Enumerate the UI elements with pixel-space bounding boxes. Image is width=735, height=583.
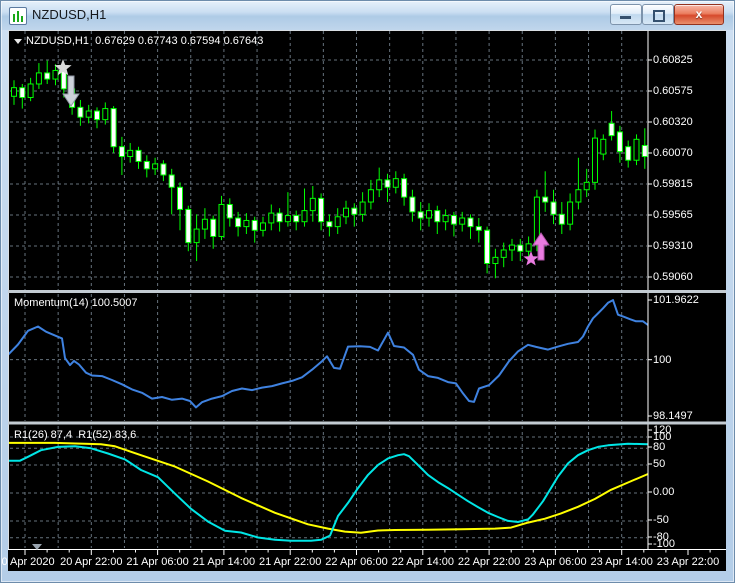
candle-body xyxy=(152,163,159,170)
chart-area[interactable]: NZDUSD,H1 0.67629 0.67743 0.67594 0.6764… xyxy=(0,30,726,571)
candle-body xyxy=(226,203,233,219)
candle-body xyxy=(110,108,117,148)
candle-body xyxy=(160,163,167,176)
window-title: NZDUSD,H1 xyxy=(32,7,107,22)
candle-body xyxy=(625,146,632,161)
minimize-button[interactable] xyxy=(610,4,642,25)
title-bar[interactable]: NZDUSD,H1 x xyxy=(0,0,735,30)
candle-body xyxy=(517,244,524,252)
chart-canvas[interactable] xyxy=(8,30,726,571)
candle-body xyxy=(251,219,258,231)
candle-body xyxy=(467,217,474,228)
candle-body xyxy=(168,174,175,188)
candle-body xyxy=(309,197,316,212)
candle-body xyxy=(583,181,590,191)
candle-body xyxy=(276,212,283,223)
candle-body xyxy=(27,83,34,99)
candle-body xyxy=(492,256,499,265)
candle-body xyxy=(450,215,457,225)
candle-body xyxy=(260,222,266,231)
candle-body xyxy=(542,196,549,203)
candle-body xyxy=(326,221,333,228)
candle-body xyxy=(19,87,26,99)
candle-body xyxy=(85,110,92,118)
candle-body xyxy=(94,110,100,121)
candle-body xyxy=(500,249,507,258)
candle-body xyxy=(284,215,291,223)
candle-body xyxy=(52,69,59,80)
candle-body xyxy=(401,178,408,198)
candle-body xyxy=(392,178,399,188)
candle-body xyxy=(592,137,598,183)
candle-body xyxy=(218,203,225,237)
restore-button[interactable] xyxy=(642,4,674,25)
candle-body xyxy=(343,207,349,218)
restore-icon xyxy=(653,10,665,22)
candle-body xyxy=(351,207,358,215)
candle-body xyxy=(459,217,466,225)
candle-body xyxy=(525,243,532,252)
candle-body xyxy=(185,208,192,244)
candle-body xyxy=(426,210,432,219)
candle-body xyxy=(177,186,183,210)
candle-body xyxy=(484,229,491,265)
candle-body xyxy=(135,149,142,162)
candle-body xyxy=(558,213,565,225)
candle-body xyxy=(509,244,515,251)
minimize-icon xyxy=(620,16,631,19)
candle-body xyxy=(575,189,582,203)
candle-body xyxy=(301,210,308,223)
candle-body xyxy=(641,144,648,158)
candle-body xyxy=(475,226,482,231)
candle-body xyxy=(118,146,125,158)
candle-body xyxy=(293,215,300,223)
candle-body xyxy=(243,219,250,228)
candle-body xyxy=(359,201,366,215)
candle-body xyxy=(442,215,449,223)
candle-body xyxy=(608,122,615,137)
candle-body xyxy=(235,217,242,228)
candle-body xyxy=(384,179,391,188)
close-button[interactable]: x xyxy=(674,4,724,25)
candle-body xyxy=(44,72,51,80)
candle-body xyxy=(417,211,424,219)
candle-body xyxy=(550,201,557,215)
candle-body xyxy=(616,131,623,153)
candle-body xyxy=(334,216,341,228)
candle-body xyxy=(193,228,200,244)
panel-separator xyxy=(8,290,726,293)
candle-body xyxy=(268,212,275,224)
candle-body xyxy=(567,201,574,225)
panel-separator xyxy=(8,421,726,425)
candle-body xyxy=(143,160,150,170)
candle-body xyxy=(409,196,416,213)
candle-body xyxy=(376,179,383,191)
candle-body xyxy=(367,189,374,203)
candle-body xyxy=(77,106,84,118)
chart-window-icon xyxy=(9,7,27,25)
candle-body xyxy=(35,72,42,85)
candle-body xyxy=(210,218,217,237)
candle-body xyxy=(600,138,607,155)
candle-body xyxy=(11,87,17,97)
metatrader-window: { "window": { "title": "NZDUSD,H1", "con… xyxy=(0,0,735,583)
candle-body xyxy=(434,210,441,223)
candle-body xyxy=(201,218,208,230)
candle-body xyxy=(127,149,134,158)
candle-body xyxy=(318,197,325,223)
candle-body xyxy=(633,138,640,161)
candle-body xyxy=(102,108,109,121)
